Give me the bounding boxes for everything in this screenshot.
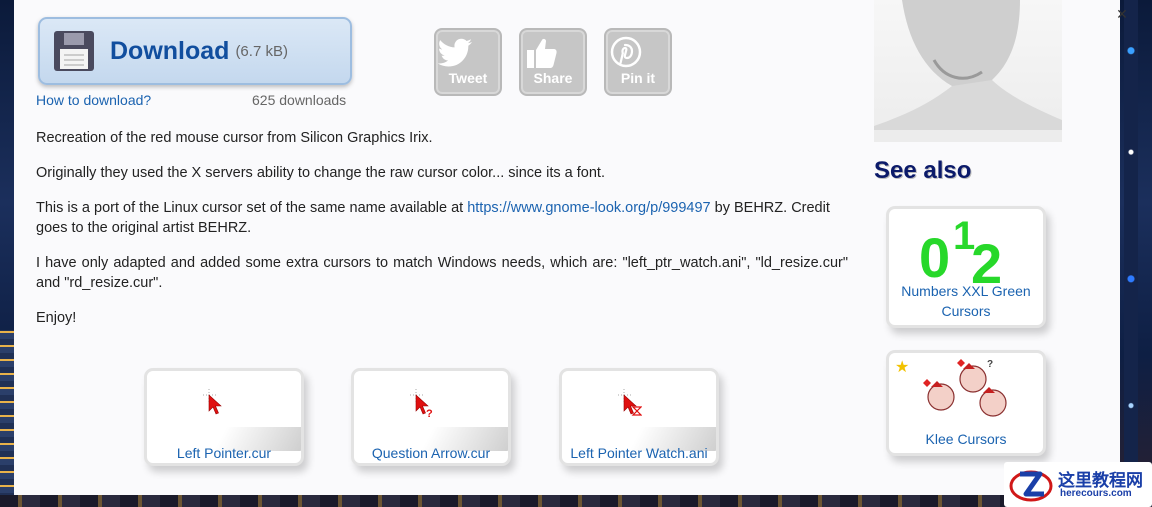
see-also-item-name: Numbers XXL Green Cursors — [901, 283, 1031, 319]
pointer-watch-cursor-icon — [618, 389, 642, 416]
description: Recreation of the red mouse cursor from … — [36, 128, 848, 343]
pin-it-button[interactable]: Pin it — [604, 28, 672, 96]
pin-it-label: Pin it — [620, 70, 656, 86]
cursor-card-question-arrow[interactable]: ? Question Arrow.cur — [351, 368, 511, 466]
see-also-item-klee-cursors[interactable]: ★ ? Klee Cursors — [886, 350, 1046, 456]
see-also-item-numbers-xxl-green[interactable]: 0 1 2 Numbers XXL Green Cursors — [886, 206, 1046, 328]
gnome-look-link[interactable]: https://www.gnome-look.org/p/999497 — [467, 200, 710, 216]
question-arrow-cursor-icon: ? — [410, 389, 433, 417]
author-avatar — [874, 0, 1062, 142]
description-paragraph: Recreation of the red mouse cursor from … — [36, 130, 433, 146]
star-icon: ★ — [895, 359, 910, 376]
svg-text:?: ? — [426, 408, 433, 417]
svg-text:2: 2 — [971, 232, 1002, 285]
svg-text:?: ? — [987, 359, 993, 370]
tweet-label: Tweet — [448, 70, 488, 86]
text-span: This is a port of the Linux cursor set o… — [36, 200, 468, 216]
background-fireworks-right — [1124, 0, 1138, 507]
see-also-item-name: Klee Cursors — [925, 431, 1007, 447]
tweet-button[interactable]: Tweet — [434, 28, 502, 96]
twitter-bird-icon — [437, 38, 472, 67]
see-also-heading: See also — [874, 157, 972, 184]
close-icon[interactable]: ✕ — [1114, 6, 1130, 22]
herecours-logo-icon — [1009, 470, 1053, 502]
description-paragraph: Originally they used the X servers abili… — [36, 165, 605, 181]
klee-cursors-thumbnail: ? — [923, 359, 1007, 417]
how-to-download-link[interactable]: How to download? — [36, 92, 151, 108]
description-paragraph: This is a port of the Linux cursor set o… — [36, 198, 848, 238]
share-button[interactable]: Share — [519, 28, 587, 96]
watermark-url: herecours.com — [1060, 488, 1132, 499]
watermark-logo: 这里教程网 herecours.com — [1004, 462, 1152, 507]
red-arrow-cursor-icon — [203, 389, 222, 415]
download-count: 625 downloads — [252, 92, 347, 108]
cursor-card-left-pointer-watch[interactable]: Left Pointer Watch.ani — [559, 368, 719, 466]
download-button[interactable]: Download (6.7 kB) — [38, 17, 352, 85]
content-page: Download (6.7 kB) How to download? 625 d… — [14, 0, 1120, 495]
pinterest-icon — [610, 36, 642, 68]
thumbs-up-icon — [527, 38, 557, 68]
cursor-name: Question Arrow.cur — [371, 445, 491, 461]
download-label: Download — [110, 36, 230, 65]
cursor-card-left-pointer[interactable]: Left Pointer.cur — [144, 368, 304, 466]
cursor-name: Left Pointer Watch.ani — [570, 445, 708, 461]
description-paragraph: Enjoy! — [36, 310, 77, 326]
floppy-disk-icon — [54, 31, 94, 71]
background-city-left — [0, 330, 14, 507]
background-city-bottom — [0, 495, 1152, 507]
description-paragraph: I have only adapted and added some extra… — [36, 255, 848, 291]
download-size: (6.7 kB) — [235, 42, 288, 60]
cursor-name: Left Pointer.cur — [176, 445, 272, 461]
share-label: Share — [533, 70, 573, 86]
green-numbers-thumbnail: 0 1 2 — [919, 214, 1002, 285]
svg-text:0: 0 — [919, 226, 950, 285]
